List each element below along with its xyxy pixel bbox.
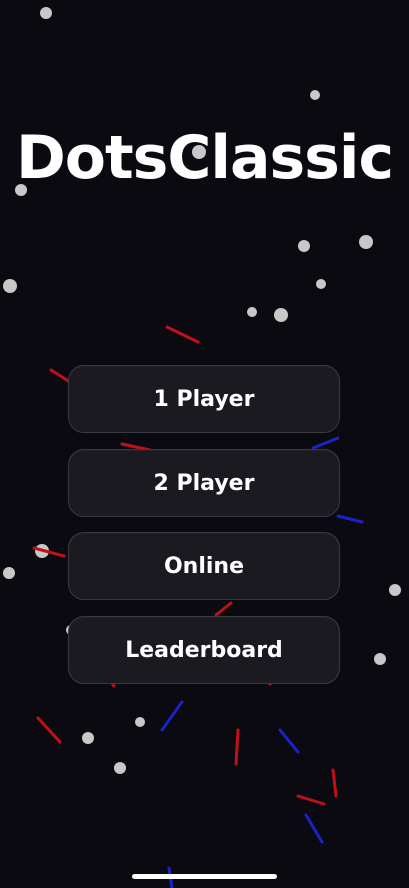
background-red-line [165, 325, 200, 344]
background-dot [389, 584, 401, 596]
leaderboard-button[interactable]: Leaderboard [68, 616, 340, 684]
background-blue-line [311, 436, 340, 450]
background-dot [40, 7, 52, 19]
one-player-button[interactable]: 1 Player [68, 365, 340, 433]
background-dot [3, 567, 15, 579]
background-dot [114, 762, 126, 774]
background-dot [359, 235, 373, 249]
background-blue-line [336, 514, 364, 524]
background-dot [310, 90, 320, 100]
main-menu-screen: DotsClassic 1 Player 2 Player Online Lea… [0, 0, 409, 888]
two-player-button[interactable]: 2 Player [68, 449, 340, 517]
online-button[interactable]: Online [68, 532, 340, 600]
app-title: DotsClassic [15, 123, 394, 193]
background-dot [3, 279, 17, 293]
background-red-line [234, 728, 240, 766]
background-dot [82, 732, 94, 744]
background-dot [316, 279, 326, 289]
background-red-line [214, 601, 233, 617]
background-dot [298, 240, 310, 252]
background-blue-line [304, 813, 324, 844]
background-dot [274, 308, 288, 322]
background-red-line [36, 716, 62, 744]
background-dot [374, 653, 386, 665]
background-blue-line [160, 700, 184, 732]
background-dot [247, 307, 257, 317]
home-indicator[interactable] [132, 874, 277, 879]
background-blue-line [278, 728, 300, 754]
background-red-line [331, 768, 338, 798]
background-red-line [296, 794, 326, 806]
background-dot [135, 717, 145, 727]
